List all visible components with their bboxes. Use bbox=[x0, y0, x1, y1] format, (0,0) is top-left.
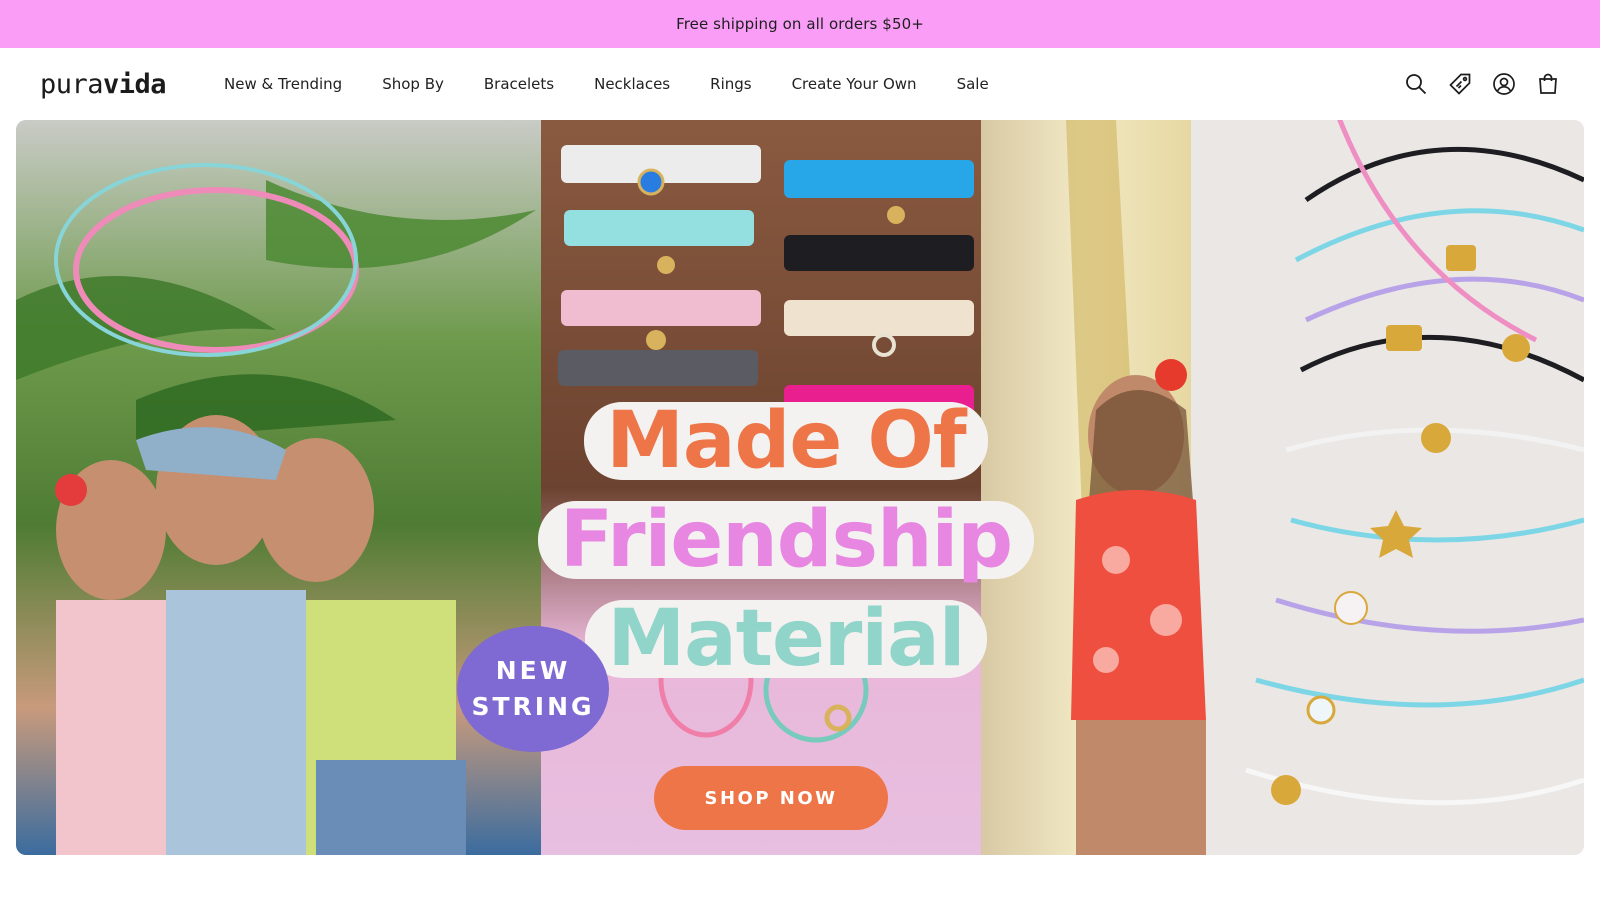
badge-line-1: NEW bbox=[495, 656, 571, 685]
nav-new-trending[interactable]: New & Trending bbox=[224, 75, 342, 93]
nav-sale[interactable]: Sale bbox=[957, 75, 989, 93]
brand-logo[interactable]: puravida bbox=[40, 69, 224, 100]
badge-line-2: STRING bbox=[471, 692, 595, 721]
headline-line-2: Friendship bbox=[537, 501, 1035, 579]
headline-line-3: Material bbox=[585, 600, 987, 678]
site-header: puravida New & Trending Shop By Bracelet… bbox=[0, 48, 1600, 120]
account-icon[interactable] bbox=[1492, 72, 1516, 96]
main-nav: New & Trending Shop By Bracelets Necklac… bbox=[224, 75, 1029, 93]
announcement-text: Free shipping on all orders $50+ bbox=[676, 15, 924, 33]
search-icon[interactable] bbox=[1404, 72, 1428, 96]
logo-text-bold: vida bbox=[103, 68, 167, 100]
nav-rings[interactable]: Rings bbox=[710, 75, 751, 93]
header-actions bbox=[1404, 48, 1560, 120]
tag-icon[interactable] bbox=[1448, 72, 1472, 96]
nav-shop-by[interactable]: Shop By bbox=[382, 75, 444, 93]
logo-text-light: pura bbox=[40, 68, 104, 100]
nav-create-your-own[interactable]: Create Your Own bbox=[792, 75, 917, 93]
shop-now-button[interactable]: SHOP NOW bbox=[654, 766, 888, 830]
cart-icon[interactable] bbox=[1536, 72, 1560, 96]
nav-bracelets[interactable]: Bracelets bbox=[484, 75, 554, 93]
announcement-bar: Free shipping on all orders $50+ bbox=[0, 0, 1600, 48]
hero-banner[interactable]: Made Of Friendship Material NEW STRING S… bbox=[16, 120, 1584, 855]
nav-necklaces[interactable]: Necklaces bbox=[594, 75, 670, 93]
new-string-badge: NEW STRING bbox=[457, 626, 609, 752]
headline-line-1: Made Of bbox=[584, 402, 988, 480]
